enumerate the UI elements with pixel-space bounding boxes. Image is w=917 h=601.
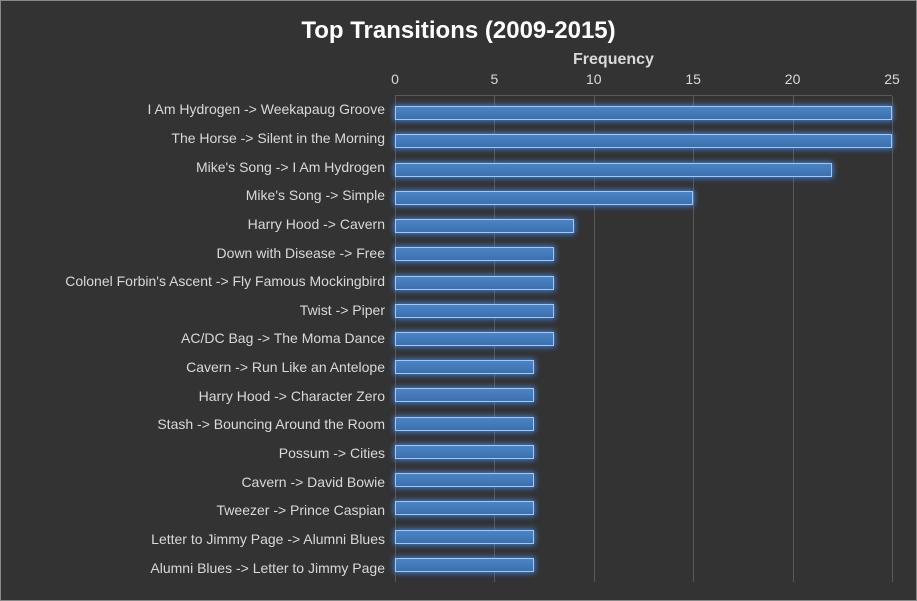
bar-row: [395, 105, 892, 121]
bar: [395, 276, 554, 290]
bar-row: [395, 359, 892, 375]
category-label: AC/DC Bag -> The Moma Dance: [25, 331, 395, 345]
bar-row: [395, 190, 892, 206]
bar: [395, 332, 554, 346]
category-label: Colonel Forbin's Ascent -> Fly Famous Mo…: [25, 274, 395, 288]
category-label: Mike's Song -> I Am Hydrogen: [25, 160, 395, 174]
category-label: Mike's Song -> Simple: [25, 188, 395, 202]
bar: [395, 473, 534, 487]
plot-body: I Am Hydrogen -> Weekapaug Groove The Hor…: [25, 95, 892, 582]
bar-row: [395, 133, 892, 149]
bar-row: [395, 331, 892, 347]
x-axis-title: Frequency: [335, 51, 892, 69]
category-label: Harry Hood -> Cavern: [25, 217, 395, 231]
category-label: Letter to Jimmy Page -> Alumni Blues: [25, 532, 395, 546]
bar: [395, 219, 574, 233]
x-tick-label: 5: [490, 71, 498, 87]
bar: [395, 530, 534, 544]
bar: [395, 134, 892, 148]
category-label: Possum -> Cities: [25, 446, 395, 460]
bar: [395, 388, 534, 402]
chart-frame: Top Transitions (2009-2015) Frequency 0 5…: [0, 0, 917, 601]
gridline: [892, 96, 893, 582]
category-label: Harry Hood -> Character Zero: [25, 389, 395, 403]
x-tick-label: 10: [586, 71, 602, 87]
chart-title: Top Transitions (2009-2015): [25, 17, 892, 45]
bar: [395, 163, 832, 177]
x-tick-row: 0510152025: [25, 71, 892, 95]
bar: [395, 445, 534, 459]
bar-row: [395, 218, 892, 234]
bar-row: [395, 444, 892, 460]
category-label: Stash -> Bouncing Around the Room: [25, 417, 395, 431]
category-label: Cavern -> David Bowie: [25, 475, 395, 489]
bar: [395, 247, 554, 261]
bar: [395, 417, 534, 431]
bar: [395, 191, 693, 205]
bar-row: [395, 387, 892, 403]
category-label: I Am Hydrogen -> Weekapaug Groove: [25, 102, 395, 116]
bar: [395, 360, 534, 374]
bar-row: [395, 275, 892, 291]
bar-row: [395, 472, 892, 488]
x-tick-label: 0: [391, 71, 399, 87]
bar-row: [395, 303, 892, 319]
bar: [395, 304, 554, 318]
category-label: Cavern -> Run Like an Antelope: [25, 360, 395, 374]
x-tick-label: 15: [685, 71, 701, 87]
plot-wrap: Frequency 0510152025 I Am Hydrogen -> We…: [25, 51, 892, 582]
bar-row: [395, 246, 892, 262]
bar-row: [395, 500, 892, 516]
x-tick-label: 20: [785, 71, 801, 87]
bar-row: [395, 557, 892, 573]
bar-row: [395, 529, 892, 545]
x-ticks-area: 0510152025: [395, 71, 892, 95]
bar-row: [395, 162, 892, 178]
bar-row: [395, 416, 892, 432]
category-label: Down with Disease -> Free: [25, 246, 395, 260]
category-labels: I Am Hydrogen -> Weekapaug Groove The Hor…: [25, 95, 395, 582]
category-label: Alumni Blues -> Letter to Jimmy Page: [25, 561, 395, 575]
category-label: Tweezer -> Prince Caspian: [25, 503, 395, 517]
category-label: The Horse -> Silent in the Morning: [25, 131, 395, 145]
x-tick-label: 25: [884, 71, 900, 87]
category-label: Twist -> Piper: [25, 303, 395, 317]
plot-area: [395, 95, 892, 582]
bar: [395, 558, 534, 572]
bar: [395, 106, 892, 120]
bar: [395, 501, 534, 515]
